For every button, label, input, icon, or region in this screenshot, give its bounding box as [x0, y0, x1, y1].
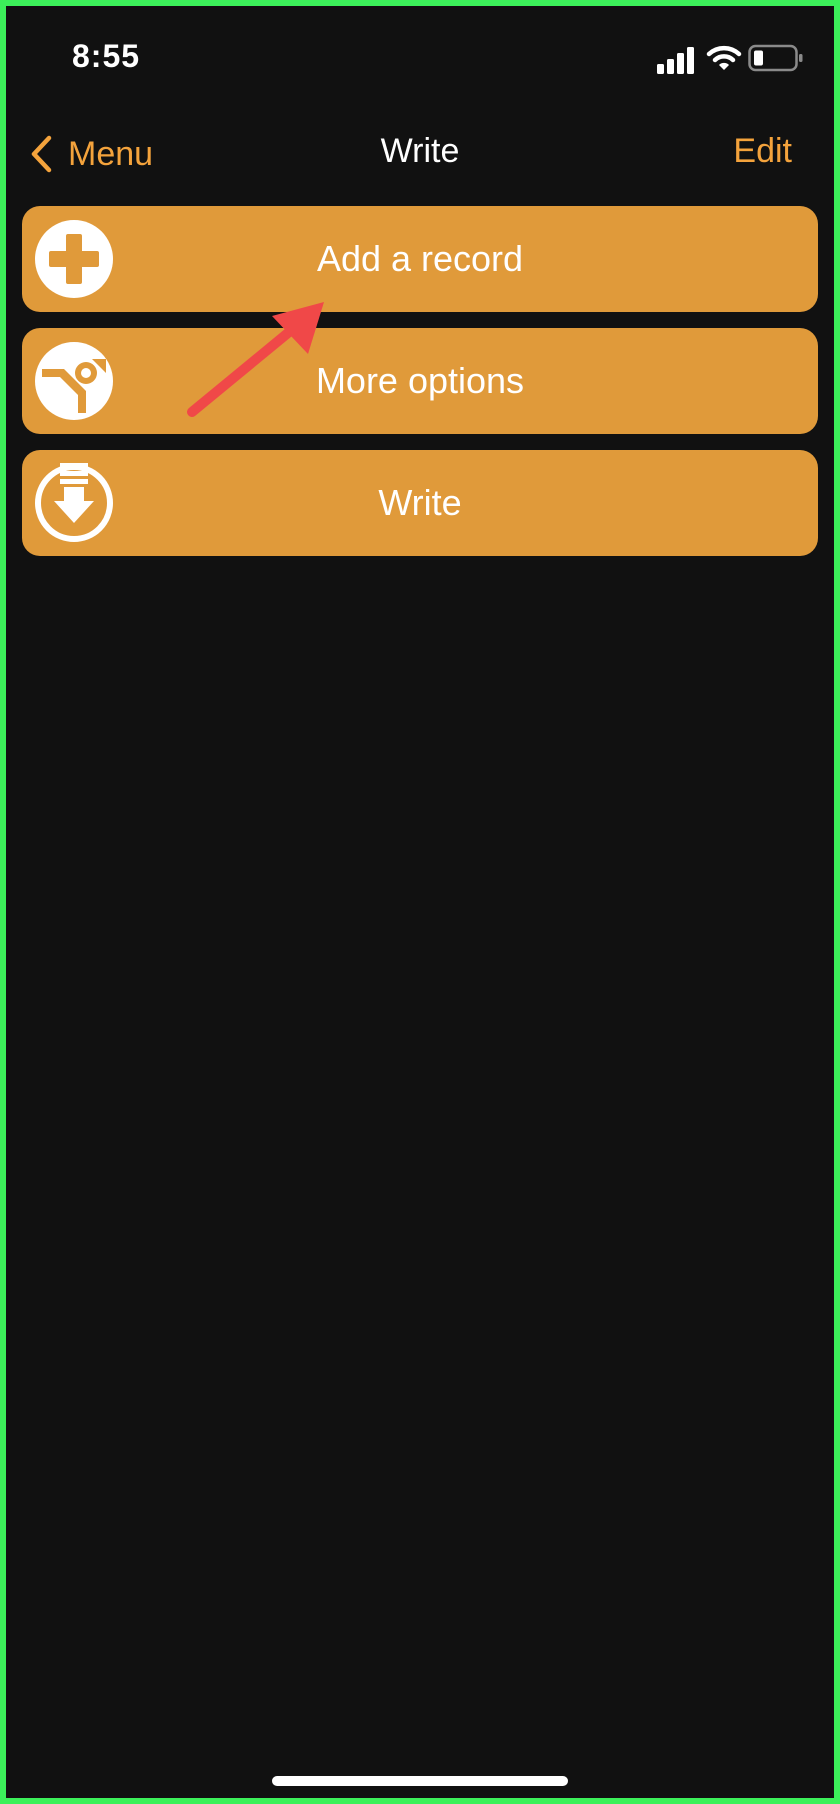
cellular-signal-icon	[657, 47, 694, 74]
status-time: 8:55	[72, 38, 141, 74]
add-record-label: Add a record	[316, 238, 524, 279]
battery-low-icon	[748, 44, 803, 72]
page-title: Write	[380, 132, 460, 170]
more-options-button[interactable]: More options	[22, 328, 818, 434]
phone-screen: 8:55 Menu Write Edit Add a record More o…	[0, 0, 840, 1804]
add-record-button[interactable]: Add a record	[22, 206, 818, 312]
menu-list: Add a record More options Write	[22, 206, 818, 572]
wifi-icon	[706, 45, 742, 70]
write-button[interactable]: Write	[22, 450, 818, 556]
edit-button[interactable]: Edit	[733, 132, 792, 171]
home-indicator[interactable]	[272, 1776, 568, 1786]
more-options-label: More options	[315, 360, 525, 401]
status-bar: 8:55	[6, 6, 834, 116]
write-label: Write	[378, 482, 462, 523]
